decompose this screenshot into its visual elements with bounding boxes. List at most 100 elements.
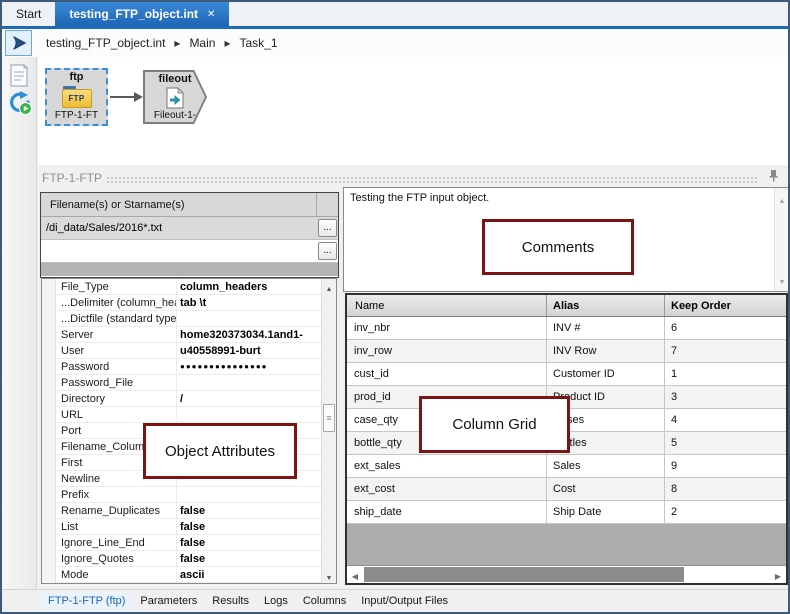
- cell-alias[interactable]: INV #: [547, 317, 665, 339]
- attribute-row[interactable]: Password ●●●●●●●●●●●●●●●: [57, 359, 321, 375]
- attribute-value[interactable]: u40558991-burt: [177, 345, 321, 357]
- attribute-row[interactable]: Server home320373034.1and1-: [57, 327, 321, 343]
- attribute-value[interactable]: ascii: [177, 569, 321, 581]
- breadcrumb-item-main[interactable]: Main: [189, 36, 215, 50]
- tab-testing-ftp-object[interactable]: testing_FTP_object.int: [55, 2, 230, 26]
- attribute-name: Password: [57, 359, 177, 374]
- scroll-right-icon[interactable]: [770, 566, 786, 583]
- attribute-row[interactable]: ...Dictfile (standard type: [57, 311, 321, 327]
- column-grid-row[interactable]: ship_date Ship Date 2: [347, 501, 786, 524]
- scroll-down-icon[interactable]: [322, 568, 336, 583]
- browse-button[interactable]: ...: [318, 219, 337, 237]
- column-grid-row[interactable]: cust_id Customer ID 1: [347, 363, 786, 386]
- cell-keep-order[interactable]: 4: [665, 409, 786, 431]
- cell-name[interactable]: cust_id: [347, 363, 547, 385]
- table-empty-area: [347, 524, 786, 565]
- attribute-name: ...Dictfile (standard type: [57, 311, 177, 326]
- chevron-right-icon: [224, 36, 230, 50]
- cell-keep-order[interactable]: 6: [665, 317, 786, 339]
- comments-text[interactable]: Testing the FTP input object.: [350, 192, 769, 204]
- header-alias[interactable]: Alias: [547, 295, 665, 316]
- attribute-name: Mode: [57, 567, 177, 582]
- cell-alias[interactable]: Cost: [547, 478, 665, 500]
- run-history-icon[interactable]: [7, 90, 33, 121]
- attribute-value[interactable]: false: [177, 537, 321, 549]
- scroll-up-icon[interactable]: [775, 190, 788, 208]
- attribute-row[interactable]: Ignore_Quotes false: [57, 551, 321, 567]
- attributes-vertical-scrollbar[interactable]: [321, 279, 336, 583]
- attribute-value[interactable]: /: [177, 393, 321, 405]
- cell-name[interactable]: inv_row: [347, 340, 547, 362]
- pin-icon[interactable]: [767, 169, 779, 187]
- attribute-row[interactable]: URL: [57, 407, 321, 423]
- header-name[interactable]: Name: [347, 295, 547, 316]
- attribute-value[interactable]: false: [177, 521, 321, 533]
- cell-keep-order[interactable]: 3: [665, 386, 786, 408]
- run-button[interactable]: [5, 30, 32, 56]
- attribute-row[interactable]: List false: [57, 519, 321, 535]
- canvas-node-fileout[interactable]: fileout Fileout-1-: [143, 70, 207, 124]
- attribute-row[interactable]: Password_File: [57, 375, 321, 391]
- column-grid-row[interactable]: ext_sales Sales 9: [347, 455, 786, 478]
- column-grid-row[interactable]: inv_row INV Row 7: [347, 340, 786, 363]
- comments-vertical-scrollbar[interactable]: [774, 188, 788, 291]
- bottom-tab-parameters[interactable]: Parameters: [134, 592, 203, 610]
- cell-alias[interactable]: Customer ID: [547, 363, 665, 385]
- cell-keep-order[interactable]: 5: [665, 432, 786, 454]
- flow-canvas[interactable]: ftp FTP FTP-1-FT fileout Fileout-1-: [38, 57, 788, 165]
- attribute-row[interactable]: ...Delimiter (column_hea tab \t: [57, 295, 321, 311]
- table-horizontal-scrollbar[interactable]: [347, 565, 786, 583]
- breadcrumb-item-task[interactable]: Task_1: [239, 36, 277, 50]
- close-icon[interactable]: [207, 9, 215, 20]
- cell-keep-order[interactable]: 1: [665, 363, 786, 385]
- column-grid-row[interactable]: ext_cost Cost 8: [347, 478, 786, 501]
- attribute-row[interactable]: Prefix: [57, 487, 321, 503]
- cell-name[interactable]: ext_cost: [347, 478, 547, 500]
- attribute-row[interactable]: Directory /: [57, 391, 321, 407]
- grid-gutter: [42, 279, 56, 583]
- attribute-value[interactable]: ●●●●●●●●●●●●●●●: [177, 362, 321, 371]
- cell-keep-order[interactable]: 7: [665, 340, 786, 362]
- filename-row[interactable]: ...: [41, 240, 338, 263]
- breadcrumb: testing_FTP_object.int Main Task_1: [46, 29, 278, 57]
- scrollbar-thumb[interactable]: [323, 404, 335, 432]
- bottom-tab-columns[interactable]: Columns: [297, 592, 352, 610]
- cell-name[interactable]: ext_sales: [347, 455, 547, 477]
- bottom-tab-ftp[interactable]: FTP-1-FTP (ftp): [42, 592, 132, 610]
- scrollbar-thumb[interactable]: [364, 567, 684, 582]
- attribute-row[interactable]: File_Type column_headers: [57, 279, 321, 295]
- cell-alias[interactable]: Ship Date: [547, 501, 665, 523]
- tab-start[interactable]: Start: [2, 2, 55, 26]
- scroll-left-icon[interactable]: [347, 566, 363, 583]
- cell-alias[interactable]: Sales: [547, 455, 665, 477]
- scroll-up-icon[interactable]: [322, 279, 336, 294]
- bottom-tab-io-files[interactable]: Input/Output Files: [355, 592, 454, 610]
- header-keep-order[interactable]: Keep Order: [665, 295, 786, 316]
- browse-button[interactable]: ...: [318, 242, 337, 260]
- attribute-value[interactable]: column_headers: [177, 281, 321, 293]
- breadcrumb-item-document[interactable]: testing_FTP_object.int: [46, 36, 165, 50]
- cell-alias[interactable]: INV Row: [547, 340, 665, 362]
- attribute-row[interactable]: User u40558991-burt: [57, 343, 321, 359]
- cell-name[interactable]: inv_nbr: [347, 317, 547, 339]
- cell-keep-order[interactable]: 2: [665, 501, 786, 523]
- attribute-value[interactable]: false: [177, 553, 321, 565]
- attribute-name: Server: [57, 327, 177, 342]
- attribute-value[interactable]: tab \t: [177, 297, 321, 309]
- bottom-tab-results[interactable]: Results: [206, 592, 255, 610]
- cell-keep-order[interactable]: 9: [665, 455, 786, 477]
- attribute-value[interactable]: false: [177, 505, 321, 517]
- filename-value[interactable]: /di_data/Sales/2016*.txt: [46, 222, 162, 234]
- bottom-tab-logs[interactable]: Logs: [258, 592, 294, 610]
- scroll-down-icon[interactable]: [775, 271, 788, 289]
- cell-keep-order[interactable]: 8: [665, 478, 786, 500]
- attribute-row[interactable]: Mode ascii: [57, 567, 321, 583]
- column-grid-row[interactable]: inv_nbr INV # 6: [347, 317, 786, 340]
- attribute-row[interactable]: Ignore_Line_End false: [57, 535, 321, 551]
- canvas-node-ftp[interactable]: ftp FTP FTP-1-FT: [45, 68, 108, 126]
- document-notes-icon[interactable]: [9, 63, 29, 93]
- attribute-row[interactable]: Rename_Duplicates false: [57, 503, 321, 519]
- filename-row[interactable]: /di_data/Sales/2016*.txt ...: [41, 217, 338, 240]
- attribute-value[interactable]: home320373034.1and1-: [177, 329, 321, 341]
- cell-name[interactable]: ship_date: [347, 501, 547, 523]
